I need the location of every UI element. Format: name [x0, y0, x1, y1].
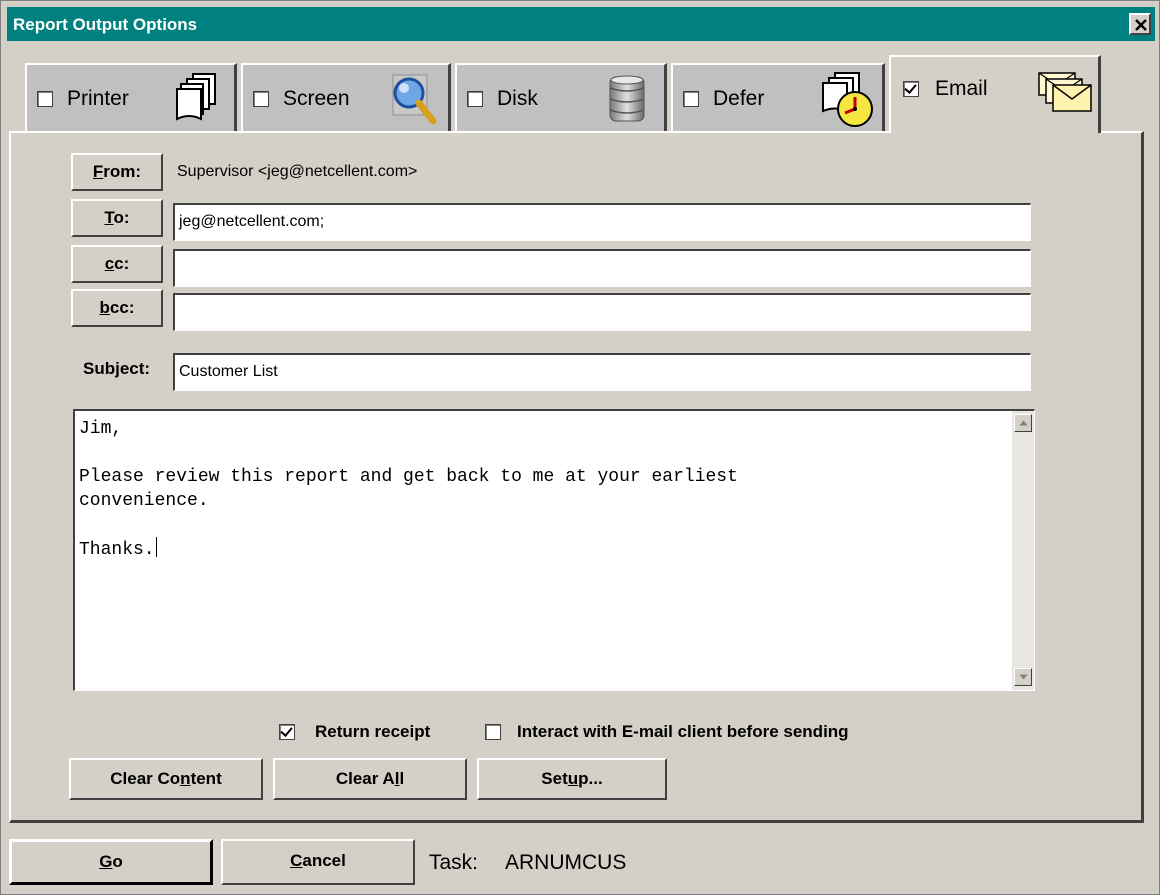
printer-checkbox[interactable]: [37, 91, 53, 107]
close-icon: [1135, 19, 1147, 31]
defer-checkbox[interactable]: [683, 91, 699, 107]
clear-all-button[interactable]: Clear All: [273, 758, 467, 800]
clear-content-label-b: tent: [190, 769, 222, 788]
tab-email[interactable]: Email: [889, 55, 1101, 133]
message-body-text: Jim, Please review this report and get b…: [79, 417, 999, 562]
tab-printer[interactable]: Printer: [25, 63, 237, 131]
setup-accel: u: [567, 769, 579, 788]
clear-content-button[interactable]: Clear Content: [69, 758, 263, 800]
go-accel: G: [99, 852, 113, 871]
email-checkbox[interactable]: [903, 81, 919, 97]
scroll-up-icon: [1019, 420, 1028, 426]
setup-label-b: p...: [578, 769, 603, 788]
from-button-accel: F: [92, 162, 104, 181]
subject-label: Subject:: [83, 359, 151, 378]
window-title: Report Output Options: [13, 15, 198, 34]
cc-button[interactable]: cc:: [71, 245, 163, 283]
envelopes-icon: [1038, 72, 1092, 112]
clear-content-accel: n: [180, 769, 191, 788]
scroll-down-icon: [1019, 674, 1028, 680]
close-button[interactable]: [1129, 13, 1151, 35]
screen-checkbox[interactable]: [253, 91, 269, 107]
magnifier-screen-icon: [392, 74, 437, 125]
message-body-textarea[interactable]: Jim, Please review this report and get b…: [73, 409, 1035, 691]
to-button[interactable]: To:: [71, 199, 163, 237]
from-button[interactable]: From:: [71, 153, 163, 191]
clear-all-label-b: l: [399, 769, 405, 788]
interact-email-client-checkbox[interactable]: [485, 724, 501, 740]
tab-email-label: Email: [935, 77, 988, 100]
go-button[interactable]: Go: [9, 839, 213, 885]
cancel-button[interactable]: Cancel: [221, 839, 415, 885]
clear-content-label-a: Clear Co: [110, 769, 181, 788]
bcc-button-label: cc:: [109, 298, 135, 317]
to-button-accel: T: [104, 208, 114, 227]
disk-checkbox[interactable]: [467, 91, 483, 107]
title-bar: Report Output Options: [7, 7, 1155, 41]
tab-printer-label: Printer: [67, 87, 129, 110]
cancel-label: ancel: [302, 851, 346, 870]
interact-email-client-label: Interact with E-mail client before sendi…: [517, 722, 849, 741]
to-button-label: o:: [113, 208, 130, 227]
bcc-field[interactable]: [173, 293, 1031, 331]
scroll-up-button[interactable]: [1014, 414, 1032, 432]
from-button-label: rom:: [103, 162, 142, 181]
tab-defer-label: Defer: [713, 87, 765, 110]
tab-disk-label: Disk: [497, 87, 538, 110]
to-field[interactable]: jeg@netcellent.com;: [173, 203, 1031, 241]
cancel-accel: C: [290, 851, 303, 870]
deferred-clock-icon: [822, 72, 873, 127]
task-label: Task:: [429, 851, 479, 874]
return-receipt-checkbox[interactable]: [279, 724, 295, 740]
report-output-options-dialog: Report Output Options Printer Screen Dis: [0, 0, 1160, 895]
tab-screen[interactable]: Screen: [241, 63, 451, 131]
clear-all-label-a: Clear A: [335, 769, 395, 788]
from-value: Supervisor <jeg@netcellent.com>: [177, 163, 418, 180]
cc-button-accel: c: [104, 254, 115, 273]
message-body-content: Jim, Please review this report and get b…: [79, 419, 738, 560]
cc-button-label: c:: [114, 254, 130, 273]
scroll-down-button[interactable]: [1014, 668, 1032, 686]
tab-screen-label: Screen: [283, 87, 350, 110]
return-receipt-label: Return receipt: [315, 722, 431, 741]
printer-pages-icon: [176, 73, 216, 121]
setup-label-a: Set: [541, 769, 568, 788]
subject-field[interactable]: Customer List: [173, 353, 1031, 391]
tab-defer[interactable]: Defer: [671, 63, 885, 131]
disk-stack-icon: [609, 75, 645, 122]
text-caret: [155, 537, 157, 557]
bcc-button[interactable]: bcc:: [71, 289, 163, 327]
task-value: ARNUMCUS: [505, 851, 627, 874]
message-scrollbar[interactable]: [1012, 411, 1034, 690]
go-label: o: [112, 852, 123, 871]
cc-field[interactable]: [173, 249, 1031, 287]
setup-button[interactable]: Setup...: [477, 758, 667, 800]
bcc-button-accel: b: [99, 298, 110, 317]
tab-disk[interactable]: Disk: [455, 63, 667, 131]
